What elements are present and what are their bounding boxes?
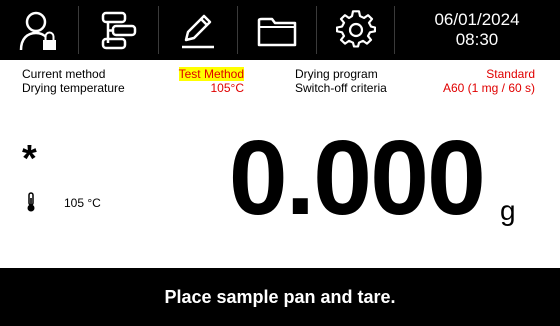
switch-off-criteria-value: A60 (1 mg / 60 s) (442, 81, 535, 95)
weight-unit[interactable]: g (500, 196, 516, 226)
edit-button[interactable] (159, 0, 237, 60)
pencil-edit-icon (182, 14, 214, 49)
gear-icon (335, 10, 376, 48)
folder-button[interactable] (238, 0, 316, 60)
stability-indicator: * (22, 138, 37, 180)
folder-icon (257, 17, 297, 47)
status-bar: Place sample pan and tare. (0, 268, 560, 326)
drying-temperature-label: Drying temperature (22, 81, 125, 95)
switch-off-criteria-label: Switch-off criteria (295, 81, 387, 95)
thermometer-icon (26, 192, 36, 217)
date-time-display[interactable]: 06/01/2024 08:30 (394, 0, 560, 60)
user-login-button[interactable] (0, 0, 78, 60)
time-text: 08:30 (455, 30, 499, 49)
drying-temperature-value: 105°C (210, 81, 245, 95)
settings-button[interactable] (317, 0, 394, 60)
current-temperature: 105 °C (64, 196, 101, 210)
date-text: 06/01/2024 (434, 10, 520, 29)
method-list-button[interactable] (79, 0, 158, 60)
drying-program-value: Standard (486, 67, 535, 81)
method-list-icon (101, 11, 136, 50)
status-message: Place sample pan and tare. (164, 286, 396, 307)
weight-readout: 0.000 (228, 119, 486, 237)
user-lock-icon (19, 11, 56, 51)
drying-program-label: Drying program (295, 67, 378, 81)
current-method-label: Current method (22, 67, 106, 81)
current-method-value[interactable]: Test Method (150, 67, 244, 81)
top-toolbar: 06/01/2024 08:30 (0, 0, 560, 60)
